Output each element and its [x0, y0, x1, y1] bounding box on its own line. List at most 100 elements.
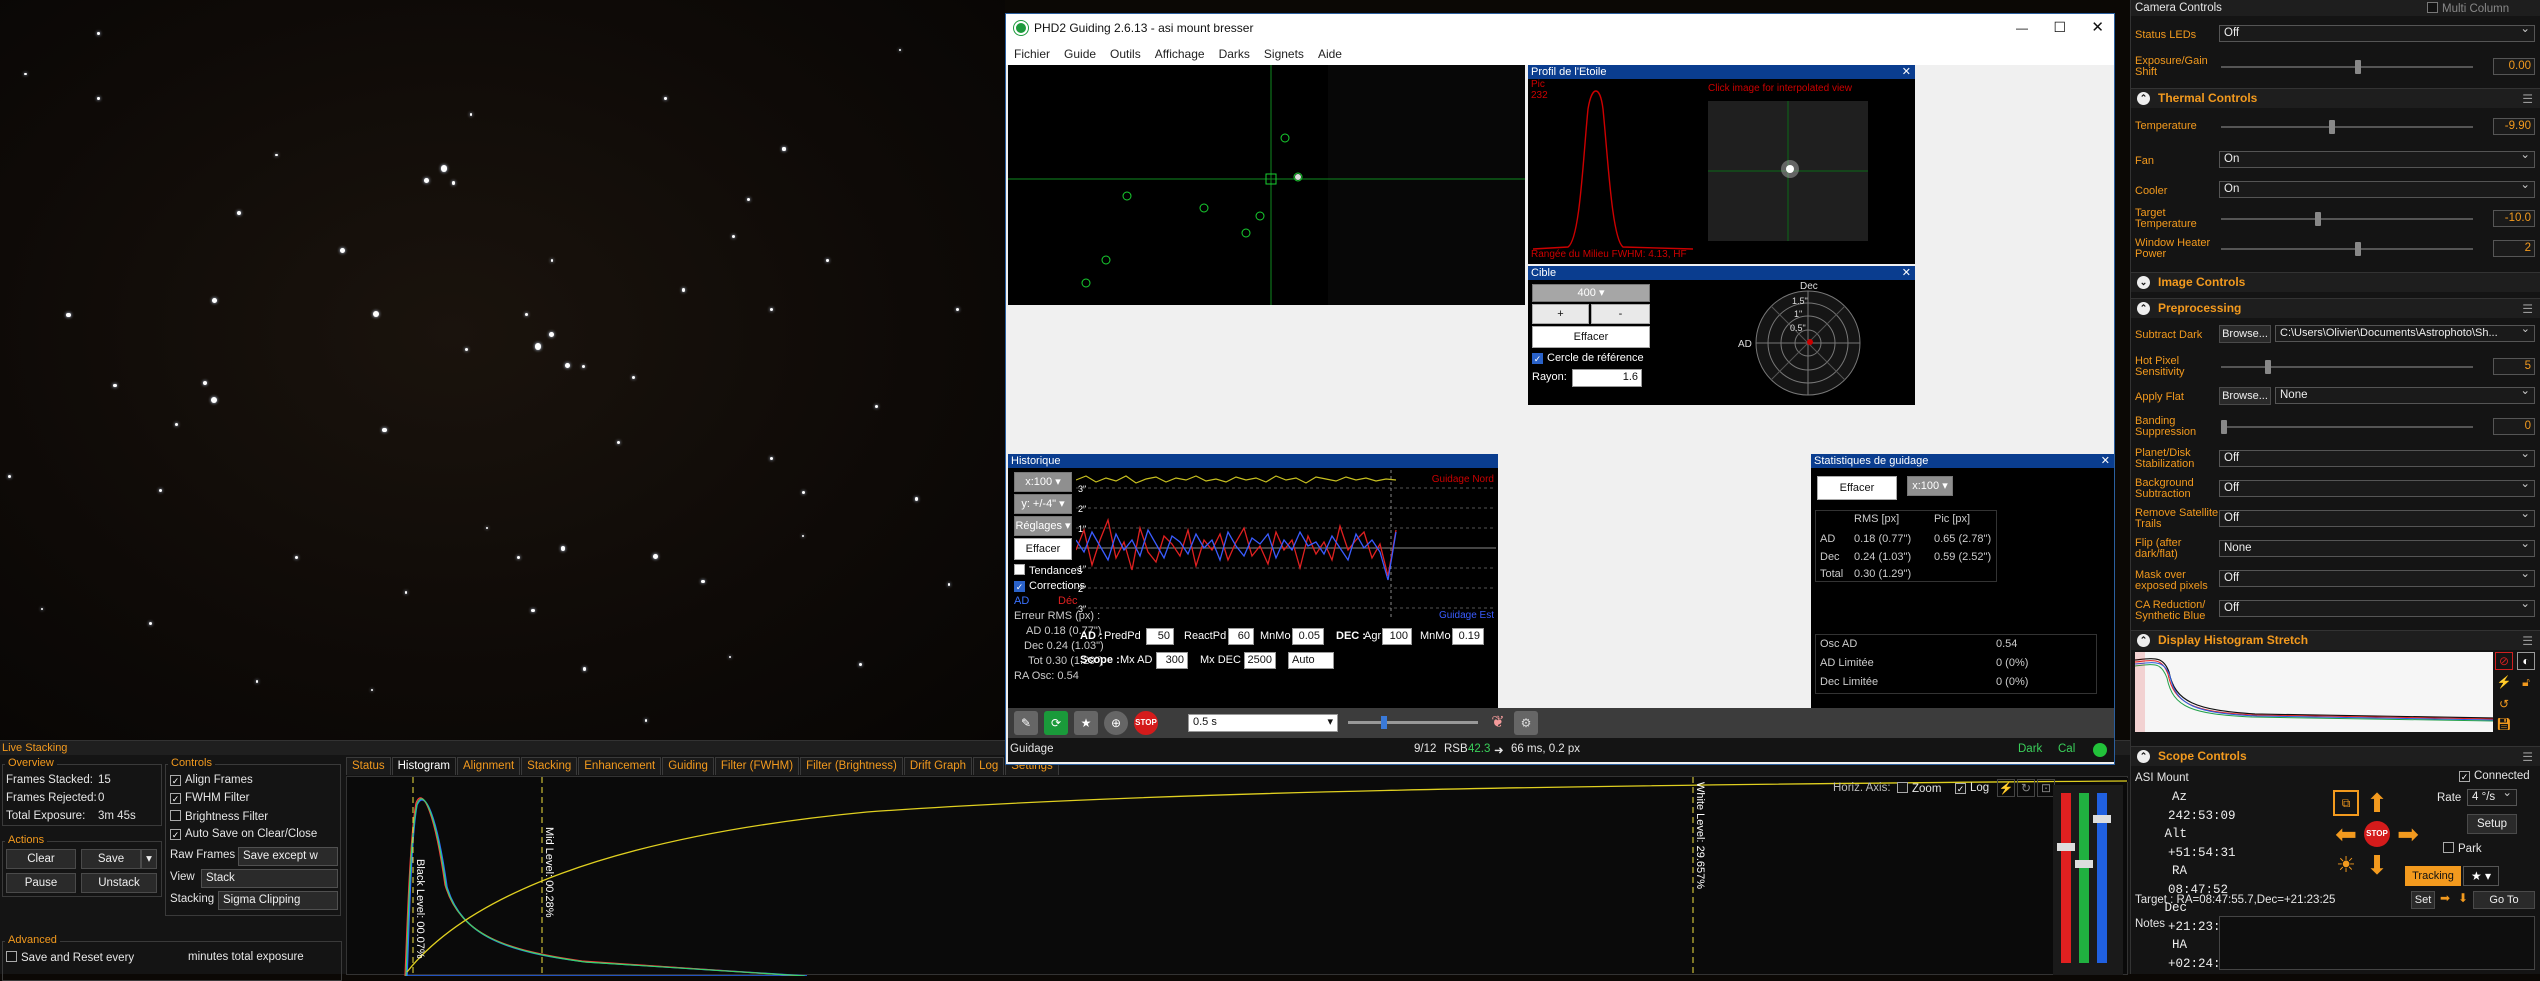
- sync-icon[interactable]: ⬇: [2455, 891, 2471, 909]
- hot-pixel-value[interactable]: 5: [2493, 358, 2535, 375]
- dark-path-select[interactable]: C:\Users\Olivier\Documents\Astrophoto\Sh…: [2275, 322, 2535, 342]
- menu-item-guide[interactable]: Guide: [1064, 47, 1096, 61]
- unstack-button[interactable]: Unstack: [81, 873, 157, 893]
- dec-mode-select[interactable]: Auto: [1288, 652, 1334, 669]
- banding-slider[interactable]: [2221, 420, 2473, 434]
- brain-icon[interactable]: ❦: [1486, 711, 1510, 735]
- reset-icon[interactable]: ↻: [2017, 779, 2035, 797]
- exposure-shift-value[interactable]: 0.00: [2493, 58, 2535, 75]
- level-sliders[interactable]: [2053, 785, 2123, 975]
- save-reset-checkbox[interactable]: [6, 951, 17, 962]
- exposure-shift-slider[interactable]: [2221, 60, 2473, 74]
- satellite-trails-select[interactable]: Off: [2219, 507, 2535, 527]
- stats-scale-select[interactable]: x:100 ▾: [1907, 476, 1953, 496]
- minimize-icon[interactable]: —: [2016, 21, 2028, 35]
- radius-input[interactable]: 1.6: [1572, 369, 1642, 387]
- auto-stretch-icon[interactable]: ⚡: [2495, 674, 2513, 692]
- stats-close-icon[interactable]: ✕: [2101, 454, 2110, 468]
- tab-filter-brightness[interactable]: Filter (Brightness): [800, 757, 903, 775]
- contrast-icon[interactable]: ◐: [2517, 652, 2535, 670]
- banding-value[interactable]: 0: [2493, 418, 2535, 435]
- connected-checkbox[interactable]: ✓: [2459, 771, 2470, 782]
- auto-save-checkbox[interactable]: ✓: [170, 829, 181, 840]
- heater-value[interactable]: 2: [2493, 240, 2535, 257]
- tab-status[interactable]: Status: [346, 757, 391, 775]
- setup-button[interactable]: Setup: [2467, 814, 2517, 834]
- reactpd-input[interactable]: 60: [1228, 628, 1254, 645]
- menu-item-aide[interactable]: Aide: [1318, 47, 1342, 61]
- menu-item-outils[interactable]: Outils: [1110, 47, 1141, 61]
- bg-subtraction-select[interactable]: Off: [2219, 477, 2535, 497]
- planet-stab-select[interactable]: Off: [2219, 447, 2535, 467]
- menu-item-signets[interactable]: Signets: [1264, 47, 1304, 61]
- sun-icon[interactable]: ☀: [2333, 852, 2359, 878]
- camera-settings-icon[interactable]: ⚙: [1514, 711, 1538, 735]
- live-stack-image[interactable]: [0, 0, 1005, 740]
- guide-camera-view[interactable]: [1008, 65, 1525, 305]
- ref-circle-checkbox[interactable]: ✓: [1532, 353, 1543, 364]
- brightness-filter-checkbox[interactable]: [170, 810, 181, 821]
- exposure-select[interactable]: 0.5 s ▾: [1188, 714, 1338, 732]
- mnmo-input[interactable]: 0.05: [1292, 628, 1324, 645]
- park-checkbox[interactable]: [2443, 842, 2454, 853]
- clear-button[interactable]: Clear: [6, 849, 76, 869]
- cooler-select[interactable]: On: [2219, 178, 2535, 198]
- image-controls-header[interactable]: ⌄ Image Controls: [2131, 272, 2540, 292]
- lock-icon[interactable]: 🔓︎: [2517, 674, 2535, 692]
- raw-frames-select[interactable]: Save except w: [238, 847, 338, 866]
- save-button[interactable]: Save: [81, 849, 141, 869]
- target-close-icon[interactable]: ✕: [1902, 266, 1911, 280]
- save-dropdown-icon[interactable]: ▾: [141, 849, 157, 869]
- goto-arrow-icon[interactable]: ➡: [2437, 891, 2453, 909]
- status-leds-select[interactable]: Off: [2219, 22, 2535, 42]
- tab-enhancement[interactable]: Enhancement: [578, 757, 662, 775]
- flat-select[interactable]: None: [2275, 384, 2535, 404]
- west-arrow-icon[interactable]: ⬅: [2333, 821, 2359, 847]
- trends-checkbox[interactable]: [1014, 564, 1025, 575]
- menu-item-fichier[interactable]: Fichier: [1014, 47, 1050, 61]
- star-select-icon[interactable]: ★: [1074, 711, 1098, 735]
- target-clear-button[interactable]: Effacer: [1532, 326, 1650, 348]
- tab-filter-fwhm[interactable]: Filter (FWHM): [714, 757, 800, 775]
- predpd-input[interactable]: 50: [1146, 628, 1174, 645]
- target-scale-select[interactable]: 400 ▾: [1532, 284, 1650, 302]
- tab-stacking[interactable]: Stacking: [521, 757, 578, 775]
- zoom-in-button[interactable]: +: [1532, 304, 1589, 324]
- hot-pixel-slider[interactable]: [2221, 360, 2473, 374]
- star-profile[interactable]: Pic 232 Click image for interpolated vie…: [1528, 79, 1915, 264]
- history-graph[interactable]: 3" 2" 1" 1" 2" 3" Guidage Nord Guidage E…: [1076, 470, 1496, 620]
- flip-icon[interactable]: ⧉: [2333, 790, 2359, 816]
- mini-histogram[interactable]: [2134, 652, 2494, 732]
- tab-guiding[interactable]: Guiding: [662, 757, 714, 775]
- north-arrow-icon[interactable]: ⬆: [2364, 790, 2390, 816]
- reset-stretch-icon[interactable]: ↺: [2495, 696, 2513, 714]
- tab-histogram[interactable]: Histogram: [391, 757, 457, 775]
- save-stretch-icon[interactable]: 💾︎: [2495, 716, 2513, 734]
- stop-icon[interactable]: STOP: [1134, 711, 1158, 735]
- log-checkbox[interactable]: ✓: [1955, 783, 1966, 794]
- zoom-checkbox[interactable]: [1897, 782, 1908, 793]
- bolt-icon[interactable]: ⚡: [1997, 779, 2015, 797]
- flat-browse-button[interactable]: Browse...: [2219, 387, 2271, 405]
- tab-alignment[interactable]: Alignment: [457, 757, 521, 775]
- gamma-slider[interactable]: [1348, 716, 1478, 729]
- stacking-select[interactable]: Sigma Clipping: [218, 891, 338, 910]
- histogram-stretch-header[interactable]: ⌃ Display Histogram Stretch ☰: [2131, 630, 2540, 650]
- guide-icon[interactable]: ⊕: [1104, 711, 1128, 735]
- heater-slider[interactable]: [2221, 242, 2473, 256]
- history-clear-button[interactable]: Effacer: [1014, 538, 1072, 560]
- fan-select[interactable]: On: [2219, 148, 2535, 168]
- rate-select[interactable]: 4 °/s: [2467, 786, 2517, 806]
- maximize-icon[interactable]: ☐: [2053, 19, 2066, 36]
- menu-item-darks[interactable]: Darks: [1219, 47, 1250, 61]
- capture-icon[interactable]: ⟳: [1044, 711, 1068, 735]
- history-y-scale-select[interactable]: y: +/-4" ▾: [1014, 494, 1072, 514]
- loop-icon[interactable]: ✎: [1014, 711, 1038, 735]
- mnmo2-input[interactable]: 0.19: [1452, 628, 1484, 645]
- zoom-out-button[interactable]: -: [1591, 304, 1650, 324]
- east-arrow-icon[interactable]: ➡: [2395, 821, 2421, 847]
- goto-button[interactable]: Go To: [2473, 891, 2535, 909]
- agr-input[interactable]: 100: [1382, 628, 1412, 645]
- fwhm-filter-checkbox[interactable]: ✓: [170, 793, 181, 804]
- flip-select[interactable]: None: [2219, 537, 2535, 557]
